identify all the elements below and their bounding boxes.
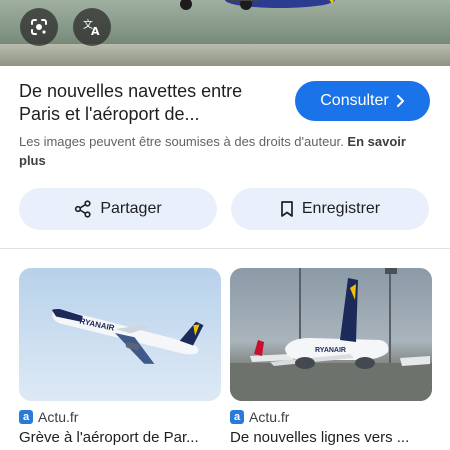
related-thumbnail[interactable]: RYANAIR xyxy=(19,268,221,401)
airplane-takeoff-image: RYANAIR xyxy=(52,308,204,364)
related-card[interactable]: RYANAIR a Actu.fr De nouvelles lignes ve… xyxy=(230,268,432,446)
related-source-label: Actu.fr xyxy=(249,409,290,425)
copyright-notice: Les images peuvent être soumises à des d… xyxy=(19,132,434,170)
related-title[interactable]: Grève à l'aéroport de Par... xyxy=(19,429,221,446)
related-thumbnail[interactable]: RYANAIR xyxy=(230,268,432,401)
related-source: a Actu.fr xyxy=(230,409,432,425)
bookmark-icon xyxy=(281,201,293,217)
copyright-text: Les images peuvent être soumises à des d… xyxy=(19,134,344,149)
svg-text:RYANAIR: RYANAIR xyxy=(315,347,346,354)
svg-text:A: A xyxy=(91,25,100,38)
hero-runway xyxy=(0,44,450,66)
actu-favicon-icon: a xyxy=(19,410,33,424)
related-card[interactable]: RYANAIR a Actu.fr Grève à l'aéroport de … xyxy=(19,268,221,446)
google-lens-icon[interactable] xyxy=(20,8,58,46)
share-button[interactable]: Partager xyxy=(19,188,217,230)
save-button[interactable]: Enregistrer xyxy=(231,188,429,230)
consult-button-label: Consulter xyxy=(320,92,389,109)
actu-favicon-icon: a xyxy=(230,410,244,424)
result-title[interactable]: De nouvelles navettes entre Paris et l'a… xyxy=(19,80,281,126)
section-divider xyxy=(0,248,450,249)
result-title-line2: Paris et l'aéroport de... xyxy=(19,104,200,124)
related-title[interactable]: De nouvelles lignes vers ... xyxy=(230,429,432,446)
result-title-line1: De nouvelles navettes entre xyxy=(19,81,243,101)
hero-airplane xyxy=(180,0,335,10)
airplanes-on-tarmac-image: RYANAIR xyxy=(230,268,432,401)
related-source: a Actu.fr xyxy=(19,409,221,425)
translate-icon[interactable]: 文 A xyxy=(73,8,111,46)
share-label: Partager xyxy=(100,200,162,217)
consult-button[interactable]: Consulter xyxy=(295,81,430,121)
chevron-right-icon xyxy=(396,95,404,107)
related-source-label: Actu.fr xyxy=(38,409,79,425)
save-label: Enregistrer xyxy=(301,200,381,217)
hero-image: 文 A xyxy=(0,0,450,66)
share-icon xyxy=(75,200,91,218)
